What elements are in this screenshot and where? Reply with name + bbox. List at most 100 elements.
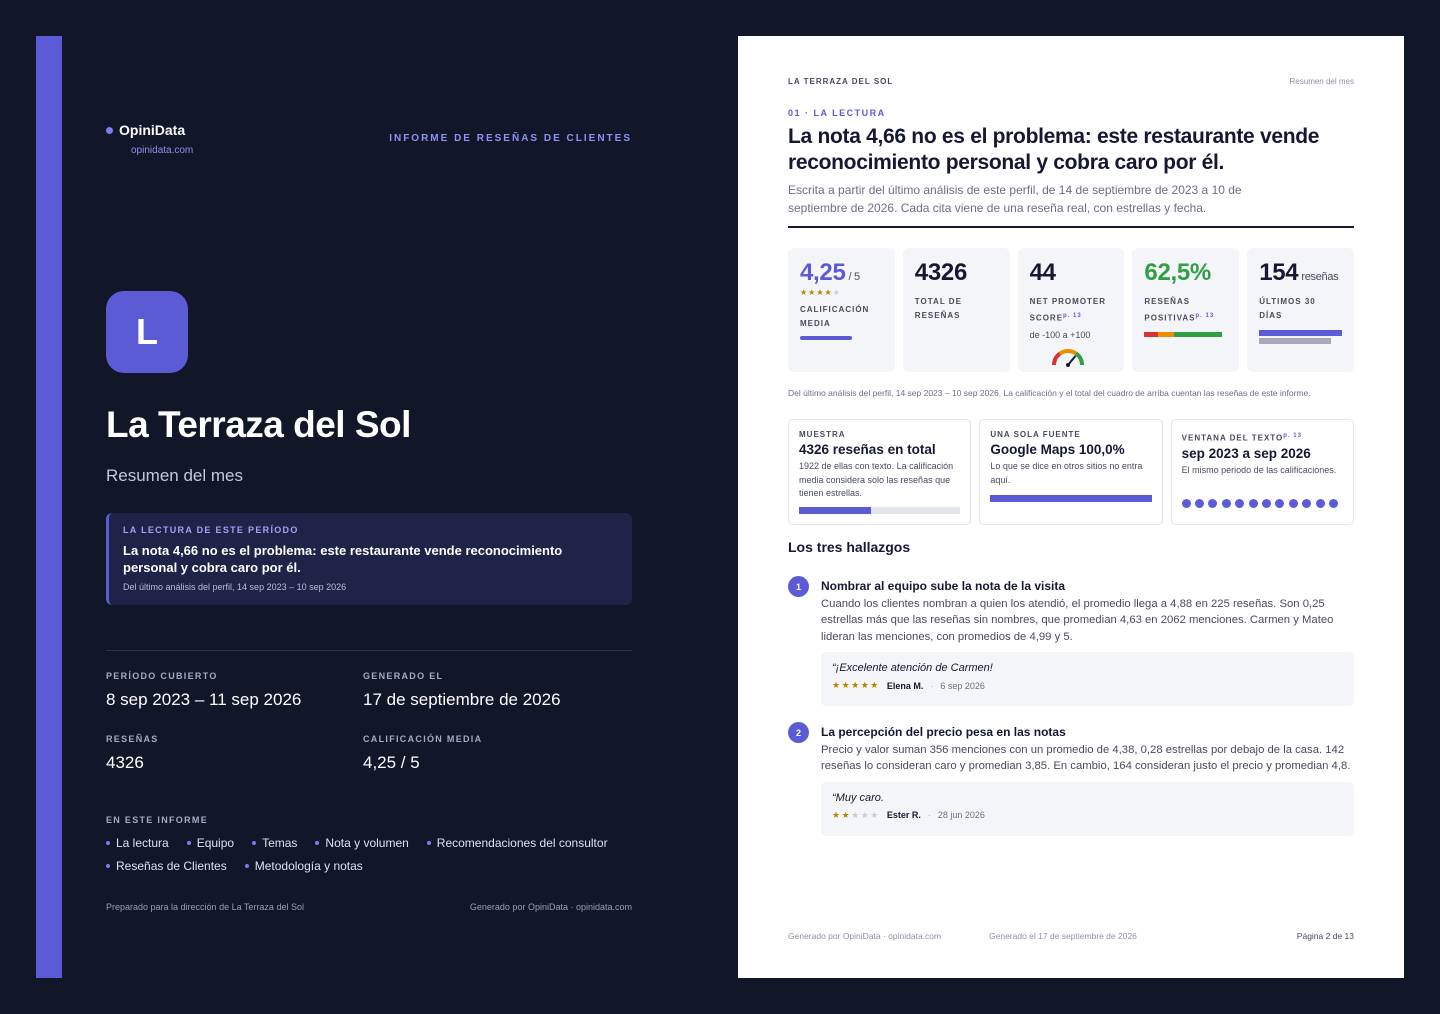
finding-text: Cuando los clientes nombran a quien los …	[821, 598, 1334, 643]
cover-accent-bar	[36, 36, 62, 978]
reading-footnote: Del último análisis del perfil, 14 sep 2…	[123, 582, 347, 592]
finding-body: Nombrar al equipo sube la nota de la vis…	[821, 579, 1354, 707]
kpi-positive: 62,5% RESEÑAS POSITIVASp. 13	[1132, 248, 1240, 372]
card-label: UNA SOLA FUENTE	[990, 430, 1081, 439]
bullet-icon	[106, 841, 110, 845]
page-ref[interactable]: p. 13	[1063, 313, 1082, 319]
kpi-row: 4,25/ 5 ★★★★★ CALIFICACIÓN MEDIA 4326 TO…	[788, 248, 1354, 372]
kpi-note: Del último análisis del perfil, 14 sep 2…	[788, 388, 1311, 398]
brand-name: OpiniData	[119, 122, 186, 138]
kpi-label: CALIFICACIÓN MEDIA	[800, 305, 870, 328]
brand: OpiniData	[106, 122, 185, 138]
card-source: UNA SOLA FUENTE Google Maps 100,0% Lo qu…	[979, 419, 1163, 525]
meta-value: 8 sep 2023 – 11 sep 2026	[106, 690, 302, 709]
month-dot	[1235, 499, 1245, 508]
review-author: Elena M.	[886, 680, 924, 691]
page-title: La nota 4,66 no es el problema: este res…	[788, 125, 1320, 174]
page-ref[interactable]: p. 13	[1283, 433, 1302, 439]
cover-title: La Terraza del Sol	[106, 404, 411, 445]
kpi-unit: reseñas	[1301, 271, 1339, 283]
current-period-bar	[1259, 330, 1342, 336]
month-dot	[1315, 499, 1325, 508]
page-lede: Escrita a partir del último análisis de …	[788, 183, 1242, 215]
card-value: sep 2023 a sep 2026	[1181, 445, 1311, 461]
toc-item-label: Equipo	[196, 836, 235, 850]
card-value: Google Maps 100,0%	[990, 442, 1125, 457]
neutral-segment	[1157, 331, 1174, 337]
page-footer-left: Generado por OpiniData · opinidata.com	[788, 931, 942, 941]
finding-text: Precio y valor suman 356 menciones con u…	[821, 744, 1351, 773]
month-dot	[1208, 499, 1218, 508]
progress-fill	[990, 495, 1152, 502]
review-quote: “Muy caro. ★★★★★ Ester R. · 28 jun 2026	[821, 781, 1354, 836]
page-ref[interactable]: p. 13	[1195, 313, 1214, 319]
kpi-range: de -100 a +100	[1029, 329, 1091, 340]
toc-item[interactable]: Nota y volumen	[315, 836, 409, 850]
bullet-icon	[426, 841, 431, 845]
toc-item[interactable]: Recomendaciones del consultor	[426, 836, 608, 850]
toc-item[interactable]: Equipo	[186, 836, 235, 850]
kpi-label: ÚLTIMOS 30 DÍAS	[1259, 297, 1316, 320]
toc-item-label: Reseñas de Clientes	[116, 859, 227, 873]
bullet-icon	[315, 841, 320, 845]
card-label-text: VENTANA DEL TEXTO	[1181, 433, 1284, 443]
report-page: LA TERRAZA DEL SOL Resumen del mes 01 · …	[738, 36, 1404, 978]
period-reading-card: LA LECTURA DE ESTE PERÍODO La nota 4,66 …	[106, 513, 632, 605]
kpi-label-text: RESEÑAS POSITIVAS	[1144, 297, 1196, 323]
running-header-right: Resumen del mes	[1289, 77, 1354, 86]
toc-item-label: Nota y volumen	[325, 836, 409, 850]
card-label: MUESTRA	[799, 430, 846, 439]
toc-item[interactable]: La lectura	[106, 836, 169, 850]
card-sample: MUESTRA 4326 reseñas en total 1922 de el…	[788, 419, 972, 525]
toc-item-label: La lectura	[116, 836, 169, 850]
finding-title: La percepción del precio pesa en las not…	[821, 725, 1066, 739]
toc-item-label: Recomendaciones del consultor	[436, 836, 608, 850]
kpi-value: 4326	[914, 259, 968, 286]
finding-body: La percepción del precio pesa en las not…	[821, 725, 1354, 836]
star-rating-icon: ★★★★★	[800, 288, 841, 297]
meta-value: 4326	[106, 753, 144, 772]
reading-text: La nota 4,66 no es el problema: este res…	[123, 543, 563, 575]
positive-segment	[1173, 331, 1223, 337]
kpi-rating: 4,25/ 5 ★★★★★ CALIFICACIÓN MEDIA	[788, 248, 895, 372]
kpi-value: 62,5%	[1144, 259, 1211, 286]
kpi-value: 44	[1029, 259, 1056, 286]
month-dot	[1302, 499, 1312, 508]
volume-bars	[1259, 330, 1342, 344]
card-text: 1922 de ellas con texto. La calificación…	[799, 461, 954, 498]
cover-footer-left: Preparado para la dirección de La Terraz…	[106, 902, 304, 912]
bullet-icon	[244, 864, 249, 868]
kpi-number: 4,25	[800, 259, 846, 286]
toc-item[interactable]: Metodología y notas	[244, 859, 363, 873]
kpi-total: 4326 TOTAL DE RESEÑAS	[902, 248, 1010, 372]
month-dot	[1288, 499, 1298, 508]
kpi-number: 154	[1259, 259, 1299, 286]
month-dot	[1248, 499, 1258, 508]
card-window: VENTANA DEL TEXTOp. 13 sep 2023 a sep 20…	[1170, 419, 1354, 525]
quote-meta: ★★★★★ Ester R. · 28 jun 2026	[832, 810, 1343, 821]
progress-fill	[799, 507, 871, 514]
month-dot	[1181, 499, 1191, 508]
cover-subtitle: Resumen del mes	[106, 466, 244, 485]
toc-item[interactable]: Temas	[252, 836, 297, 850]
card-text: El mismo periodo de las calificaciones.	[1181, 464, 1337, 475]
bullet-icon	[106, 864, 110, 868]
toc-label: EN ESTE INFORME	[106, 815, 209, 825]
kpi-label: RESEÑAS POSITIVASp. 13	[1144, 295, 1227, 326]
separator: ·	[930, 680, 934, 691]
toc-item-label: Temas	[262, 836, 298, 850]
kpi-unit: / 5	[848, 271, 861, 283]
month-dot	[1262, 499, 1271, 508]
quote-text: “¡Excelente atención de Carmen!	[832, 662, 993, 675]
quote-meta: ★★★★★ Elena M. · 6 sep 2026	[832, 680, 1343, 691]
cover-page: OpiniData opinidata.com INFORME DE RESEÑ…	[36, 36, 702, 978]
brand-url[interactable]: opinidata.com	[131, 145, 193, 156]
sentiment-bar	[1144, 331, 1223, 337]
card-value: 4326 reseñas en total	[799, 442, 936, 457]
meta-rating: CALIFICACIÓN MEDIA 4,25 / 5	[363, 734, 482, 773]
toc-item[interactable]: Reseñas de Clientes	[106, 859, 227, 873]
kpi-value: 154 reseñas	[1259, 259, 1342, 287]
running-header-left: LA TERRAZA DEL SOL	[788, 77, 894, 86]
meta-value: 4,25 / 5	[363, 753, 420, 772]
separator: ·	[927, 810, 931, 821]
